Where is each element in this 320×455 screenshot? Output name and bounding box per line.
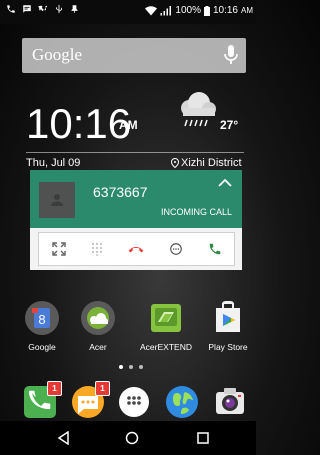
weather-temperature: 27°: [220, 118, 239, 132]
google-folder-icon: 8: [25, 301, 59, 335]
rain-cloud-icon[interactable]: [175, 90, 219, 130]
message-icon: [23, 5, 31, 13]
decline-call-icon[interactable]: [128, 244, 144, 254]
browser-icon: [166, 386, 198, 418]
status-bar: 100% 10:16 AM: [0, 0, 256, 24]
home-icon[interactable]: [125, 431, 139, 445]
call-actions-bar: [38, 232, 235, 266]
weather-location[interactable]: Xizhi District: [171, 157, 242, 169]
acer-folder-icon: [81, 301, 115, 335]
dock-messaging[interactable]: 1: [70, 381, 110, 420]
battery-icon: [203, 5, 210, 16]
location-label: Xizhi District: [181, 157, 242, 169]
answer-call-icon[interactable]: [208, 242, 222, 256]
dock-phone[interactable]: 1: [22, 381, 62, 420]
app-label: Google: [28, 342, 56, 352]
caller-number: 6373667: [93, 184, 148, 200]
camera-icon: [216, 388, 244, 414]
page-dot: [139, 365, 143, 369]
app-acerextend[interactable]: AcerEXTEND: [138, 300, 194, 352]
clock-ampm: AM: [119, 118, 138, 132]
battery-percent: 100%: [175, 5, 201, 16]
clock-time[interactable]: 10:16: [26, 100, 131, 148]
google-search-bar[interactable]: Google: [22, 38, 246, 73]
dock-app-drawer[interactable]: [116, 384, 152, 420]
clock-date: Thu, Jul 09: [26, 157, 81, 169]
dock-camera[interactable]: [212, 384, 248, 420]
usb-debug-icon: [38, 5, 48, 12]
google-logo: Google: [32, 45, 83, 64]
wifi-icon: [145, 5, 158, 15]
call-status: INCOMING CALL: [160, 207, 232, 217]
expand-icon[interactable]: [51, 242, 66, 256]
app-label: Acer: [89, 342, 107, 352]
play-store-icon: [216, 301, 240, 332]
signal-icon: [160, 5, 172, 15]
navigation-bar: [0, 421, 256, 455]
app-drawer-icon: [119, 387, 149, 417]
usb-icon: [56, 4, 62, 14]
notification-header[interactable]: 6373667 INCOMING CALL: [30, 170, 242, 228]
dialpad-icon[interactable]: [91, 242, 103, 256]
svg-text:8: 8: [38, 312, 45, 327]
unread-badge: 1: [47, 381, 62, 396]
app-acer[interactable]: Acer: [70, 300, 126, 352]
unread-badge: 1: [95, 381, 110, 396]
status-time: 10:16: [212, 5, 238, 16]
app-google[interactable]: 8 Google: [14, 300, 70, 352]
app-label: Play Store: [208, 342, 248, 352]
page-indicator: [119, 365, 143, 369]
incoming-call-notification[interactable]: 6373667 INCOMING CALL: [30, 170, 242, 270]
page-dot: [119, 365, 123, 369]
status-ampm: AM: [241, 6, 253, 15]
dock-browser[interactable]: [164, 384, 200, 420]
page-dot: [129, 365, 133, 369]
app-play-store[interactable]: Play Store: [200, 300, 256, 352]
call-icon: [7, 5, 15, 13]
recents-icon[interactable]: [197, 432, 209, 444]
person-icon: [51, 194, 63, 206]
acerextend-icon: [151, 304, 181, 332]
chevron-up-icon[interactable]: [218, 178, 232, 188]
location-pin-icon: [171, 158, 179, 168]
reply-message-icon[interactable]: [169, 242, 183, 256]
app-label: AcerEXTEND: [140, 342, 192, 352]
clock-divider: [26, 152, 244, 153]
notification-pin-icon: [71, 5, 78, 13]
back-icon[interactable]: [57, 431, 70, 445]
notification-actions-area: [30, 228, 242, 270]
contact-avatar: [39, 182, 75, 218]
mic-icon[interactable]: [224, 45, 238, 65]
